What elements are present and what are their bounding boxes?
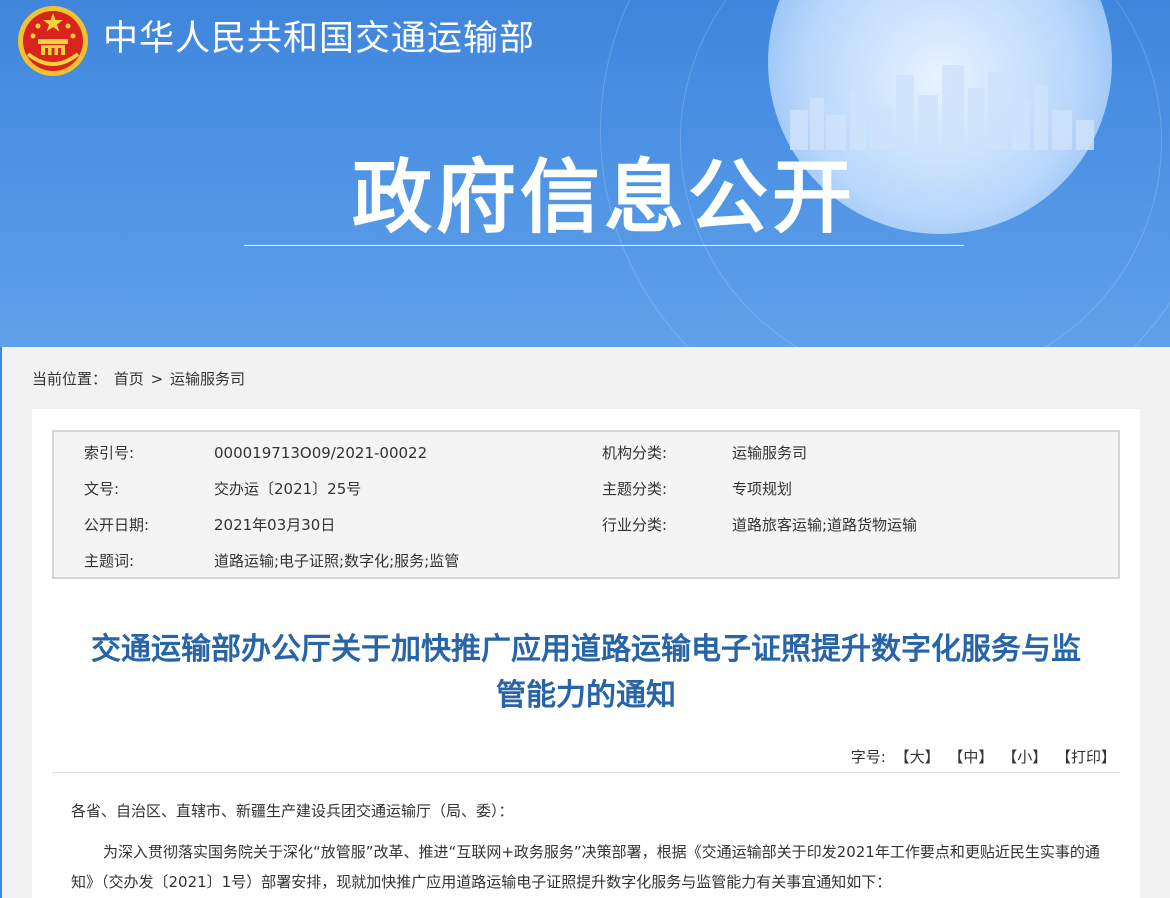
- meta-industry-label: 行业分类:: [602, 516, 668, 534]
- site-name[interactable]: 中华人民共和国交通运输部: [103, 16, 535, 62]
- font-medium-button[interactable]: 【中】: [948, 748, 993, 766]
- body-paragraph: 为深入贯彻落实国务院关于深化“放管服”改革、推进“互联网+政务服务”决策部署，根…: [71, 843, 1100, 891]
- meta-industry-value: 道路旅客运输;道路货物运输: [732, 516, 918, 534]
- font-size-toolbar: 字号: 【大】 【中】 【小】 【打印】: [851, 746, 1116, 768]
- article-title-line1: 交通运输部办公厅关于加快推广应用道路运输电子证照提升数字化服务与监: [91, 632, 1081, 667]
- meta-docno-value: 交办运〔2021〕25号: [214, 480, 362, 498]
- banner-title-underline: [244, 245, 964, 246]
- font-small-button[interactable]: 【小】: [1002, 748, 1047, 766]
- font-size-label: 字号:: [850, 748, 886, 766]
- article-title: 交通运输部办公厅关于加快推广应用道路运输电子证照提升数字化服务与监 管能力的通知: [52, 627, 1120, 719]
- meta-keywords-value: 道路运输;电子证照;数字化;服务;监管: [214, 552, 460, 570]
- meta-topic-label: 主题分类:: [602, 480, 668, 498]
- city-skyline-icon: [790, 65, 1094, 150]
- meta-date-value: 2021年03月30日: [214, 516, 336, 534]
- breadcrumb-current-link[interactable]: 运输服务司: [170, 370, 245, 388]
- meta-keywords-label: 主题词:: [84, 552, 135, 570]
- banner-title: 政府信息公开: [352, 151, 856, 244]
- left-edge-strip: [0, 347, 2, 898]
- print-button[interactable]: 【打印】: [1056, 748, 1116, 766]
- title-divider: [52, 772, 1120, 773]
- breadcrumb-home-link[interactable]: 首页: [114, 370, 144, 388]
- header-banner: 中华人民共和国交通运输部 政府信息公开: [0, 0, 1170, 347]
- meta-topic-value: 专项规划: [732, 480, 793, 498]
- meta-org-label: 机构分类:: [602, 444, 668, 462]
- breadcrumb-label: 当前位置：: [32, 370, 108, 388]
- breadcrumb-separator: >: [150, 370, 164, 388]
- font-large-button[interactable]: 【大】: [895, 748, 940, 766]
- metadata-table: 索引号: 000019713O09/2021-00022 机构分类: 运输服务司…: [52, 430, 1120, 579]
- meta-org-value: 运输服务司: [732, 444, 808, 462]
- meta-docno-label: 文号:: [84, 480, 120, 498]
- national-emblem-icon: [18, 6, 88, 76]
- article-title-line2: 管能力的通知: [496, 678, 676, 713]
- article-card: 索引号: 000019713O09/2021-00022 机构分类: 运输服务司…: [32, 409, 1140, 898]
- meta-index-label: 索引号:: [84, 444, 135, 462]
- breadcrumb: 当前位置： 首页 > 运输服务司: [32, 368, 247, 390]
- salutation-paragraph: 各省、自治区、直辖市、新疆生产建设兵团交通运输厅（局、委）：: [71, 802, 514, 820]
- meta-date-label: 公开日期:: [84, 516, 150, 534]
- meta-index-value: 000019713O09/2021-00022: [214, 444, 428, 462]
